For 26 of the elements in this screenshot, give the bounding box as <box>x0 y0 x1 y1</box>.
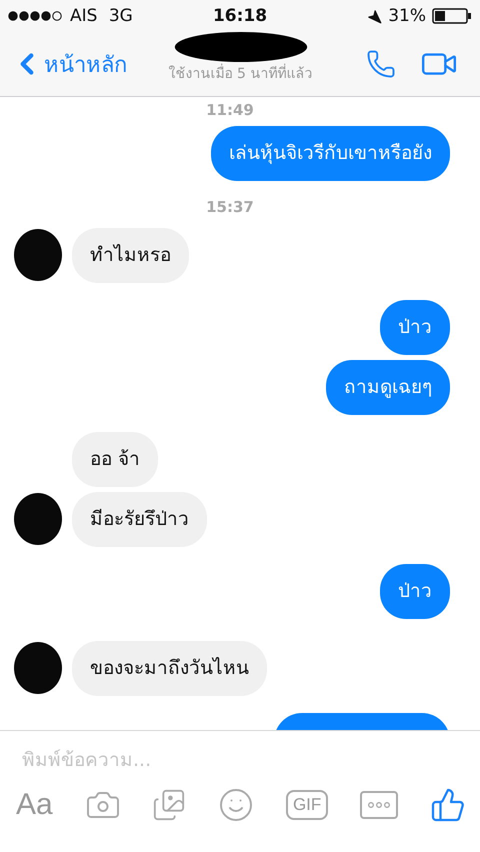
received-message: มีอะรัยรึป่าว <box>72 492 207 547</box>
gif-button[interactable]: GIF <box>286 790 328 820</box>
timestamp: 15:37 <box>206 198 254 216</box>
timestamp: 11:49 <box>206 101 254 119</box>
clock-time: 16:18 <box>212 6 268 26</box>
emoji-button[interactable] <box>218 787 254 823</box>
received-message: ทำไมหรอ <box>72 228 189 283</box>
like-button[interactable] <box>430 787 466 823</box>
network-type: 3G <box>108 6 133 26</box>
more-button[interactable] <box>360 791 398 819</box>
gallery-button[interactable] <box>152 788 186 822</box>
signal-icon <box>8 11 64 21</box>
battery-icon <box>432 8 472 24</box>
location-arrow-icon <box>367 8 382 24</box>
battery-percent: 31% <box>388 6 426 26</box>
carrier-name: AIS <box>70 6 98 26</box>
phone-icon <box>366 49 396 79</box>
received-message: ของจะมาถึงวันไหน <box>72 641 267 696</box>
back-button[interactable]: หน้าหลัก <box>10 46 127 82</box>
active-status: ใช้งานเมื่อ 5 นาทีที่แล้ว <box>168 62 312 84</box>
sent-message: เล่นหุ้นจิเวรีกับเขาหรือยัง <box>211 126 450 181</box>
sent-message: ป่าว <box>380 300 450 355</box>
text-button[interactable]: Aa <box>16 788 53 822</box>
sent-message: ป่าว <box>380 564 450 619</box>
sent-message: ถามดูเฉยๆ <box>326 360 450 415</box>
received-message: ออ จ้า <box>72 432 158 487</box>
